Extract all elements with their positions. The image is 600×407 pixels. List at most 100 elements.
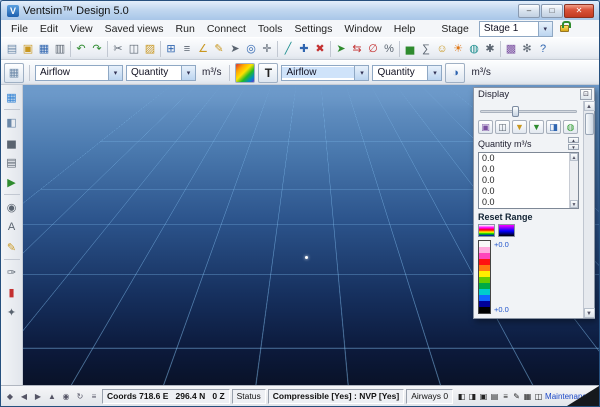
- display-mode-icon[interactable]: ▦: [4, 63, 24, 83]
- spin-down-icon[interactable]: ▼: [568, 144, 579, 150]
- save-file-icon[interactable]: ▦: [36, 39, 52, 58]
- airflow-combobox-2[interactable]: Airflow ▾: [281, 65, 369, 81]
- percent-icon[interactable]: %: [381, 39, 397, 58]
- slider-thumb[interactable]: [512, 106, 519, 117]
- view-3d-icon[interactable]: ◧: [3, 113, 21, 131]
- menu-item-run[interactable]: Run: [170, 22, 201, 36]
- toggle-nodes-icon[interactable]: ▣: [479, 392, 488, 401]
- close-button[interactable]: ✕: [564, 4, 594, 18]
- refresh-view-icon[interactable]: ↻: [74, 389, 86, 404]
- color-scale-cool-icon[interactable]: [498, 224, 515, 237]
- settings-icon[interactable]: ✻: [519, 39, 535, 58]
- step-forward-icon[interactable]: ▶: [32, 389, 44, 404]
- menu-item-connect[interactable]: Connect: [201, 22, 252, 36]
- graph-view-icon[interactable]: ▅: [3, 133, 21, 151]
- run-airflow-icon[interactable]: ➤: [333, 39, 349, 58]
- help-icon[interactable]: ?: [535, 39, 551, 58]
- menu-item-settings[interactable]: Settings: [288, 22, 338, 36]
- gas-sim-icon[interactable]: ◍: [466, 39, 482, 58]
- measure-icon[interactable]: ∠: [195, 39, 211, 58]
- cut-icon[interactable]: ✂: [110, 39, 126, 58]
- tab-general-icon[interactable]: ▣: [478, 120, 493, 134]
- toggle-shading-icon[interactable]: ◧: [457, 392, 466, 401]
- select-arrow-icon[interactable]: ➤: [227, 39, 243, 58]
- tab-air-icon[interactable]: ◫: [495, 120, 510, 134]
- stage-combobox[interactable]: Stage 1 ▾: [479, 21, 553, 37]
- reverse-flow-icon[interactable]: ⇆: [349, 39, 365, 58]
- list-item[interactable]: 0.0: [479, 197, 569, 208]
- dust-sim-icon[interactable]: ✱: [482, 39, 498, 58]
- minimize-button[interactable]: –: [518, 4, 540, 18]
- scroll-down-icon[interactable]: ▼: [584, 308, 595, 318]
- grid-snap-icon[interactable]: ⊞: [163, 39, 179, 58]
- step-back-icon[interactable]: ◀: [18, 389, 30, 404]
- display-panel-header[interactable]: Display ⊡: [474, 88, 594, 101]
- add-object-icon[interactable]: ✚: [296, 39, 312, 58]
- charts-icon[interactable]: ▅: [402, 39, 418, 58]
- visibility-icon[interactable]: ≡: [88, 389, 100, 404]
- snapshot-icon[interactable]: ◉: [3, 198, 21, 216]
- paint-tool-icon[interactable]: ▮: [3, 283, 21, 301]
- block-airway-icon[interactable]: ∅: [365, 39, 381, 58]
- toggle-list-icon[interactable]: ≡: [501, 392, 510, 401]
- toggle-grid-icon[interactable]: ▦: [523, 392, 532, 401]
- summary-icon[interactable]: ∑: [418, 39, 434, 58]
- spin-up-icon[interactable]: ▲: [568, 137, 579, 143]
- reset-range-button[interactable]: Reset Range: [478, 212, 533, 222]
- text-tool-icon[interactable]: A: [3, 218, 21, 236]
- pan-icon[interactable]: ✛: [259, 39, 275, 58]
- new-file-icon[interactable]: ▤: [4, 39, 20, 58]
- delete-object-icon[interactable]: ✖: [312, 39, 328, 58]
- capture-icon[interactable]: ◉: [60, 389, 72, 404]
- origin-view-icon[interactable]: ◆: [4, 389, 16, 404]
- menu-item-tools[interactable]: Tools: [252, 22, 289, 36]
- edit-tool-icon[interactable]: ✎: [3, 238, 21, 256]
- tab-save-heat-icon[interactable]: ▼: [512, 120, 527, 134]
- more-tools-icon[interactable]: ✦: [3, 303, 21, 321]
- toggle-solid-icon[interactable]: ◨: [468, 392, 477, 401]
- quantity-combobox-2[interactable]: Quantity ▾: [372, 65, 442, 81]
- scrollbar-thumb[interactable]: [585, 113, 594, 135]
- comfort-icon[interactable]: ☺: [434, 39, 450, 58]
- eyedropper-icon[interactable]: ✑: [3, 263, 21, 281]
- list-item[interactable]: 0.0: [479, 164, 569, 175]
- colors-icon[interactable]: ▩: [503, 39, 519, 58]
- rotate-display-icon[interactable]: ◑: [445, 63, 465, 83]
- edit-pencil-icon[interactable]: ✎: [211, 39, 227, 58]
- toggle-edit-icon[interactable]: ✎: [512, 392, 521, 401]
- menu-item-window[interactable]: Window: [338, 22, 387, 36]
- panel-scrollbar[interactable]: ▲ ▼: [583, 101, 594, 318]
- undo-icon[interactable]: ↶: [73, 39, 89, 58]
- toggle-split-icon[interactable]: ◫: [534, 392, 543, 401]
- color-swatch-icon[interactable]: ▧: [235, 63, 255, 83]
- menu-item-file[interactable]: File: [5, 22, 34, 36]
- redo-icon[interactable]: ↷: [89, 39, 105, 58]
- scroll-up-icon[interactable]: ▲: [570, 153, 578, 161]
- list-item[interactable]: 0.0: [479, 153, 569, 164]
- range-listbox[interactable]: 0.0 0.0 0.0 0.0 0.0 ▲ ▼: [478, 152, 579, 209]
- transparency-slider[interactable]: [478, 105, 579, 117]
- list-item[interactable]: 0.0: [479, 175, 569, 186]
- heat-sim-icon[interactable]: ☀: [450, 39, 466, 58]
- quantity-combobox-1[interactable]: Quantity ▾: [126, 65, 196, 81]
- menu-item-view[interactable]: View: [64, 22, 99, 36]
- copy-icon[interactable]: ◫: [126, 39, 142, 58]
- zoom-icon[interactable]: ◎: [243, 39, 259, 58]
- airflow-combobox-1[interactable]: Airflow ▾: [35, 65, 123, 81]
- menu-item-edit[interactable]: Edit: [34, 22, 64, 36]
- scroll-up-icon[interactable]: ▲: [584, 101, 595, 111]
- slider-track[interactable]: [480, 110, 577, 113]
- scroll-down-icon[interactable]: ▼: [570, 200, 578, 208]
- layers-icon[interactable]: ≡: [179, 39, 195, 58]
- list-scrollbar[interactable]: ▲ ▼: [569, 153, 578, 208]
- menu-item-help[interactable]: Help: [388, 22, 422, 36]
- legend-strip[interactable]: [478, 240, 491, 314]
- open-file-icon[interactable]: ▣: [20, 39, 36, 58]
- spreadsheet-icon[interactable]: ▤: [3, 153, 21, 171]
- toggle-levels-icon[interactable]: ▤: [490, 392, 499, 401]
- color-scale-rainbow-icon[interactable]: [478, 224, 495, 237]
- text-display-button[interactable]: T: [258, 63, 278, 83]
- draw-airway-icon[interactable]: ╱: [280, 39, 296, 58]
- run-simulation-icon[interactable]: ▶: [3, 173, 21, 191]
- title-bar[interactable]: V Ventsim™ Design 5.0 – □ ✕: [1, 1, 599, 20]
